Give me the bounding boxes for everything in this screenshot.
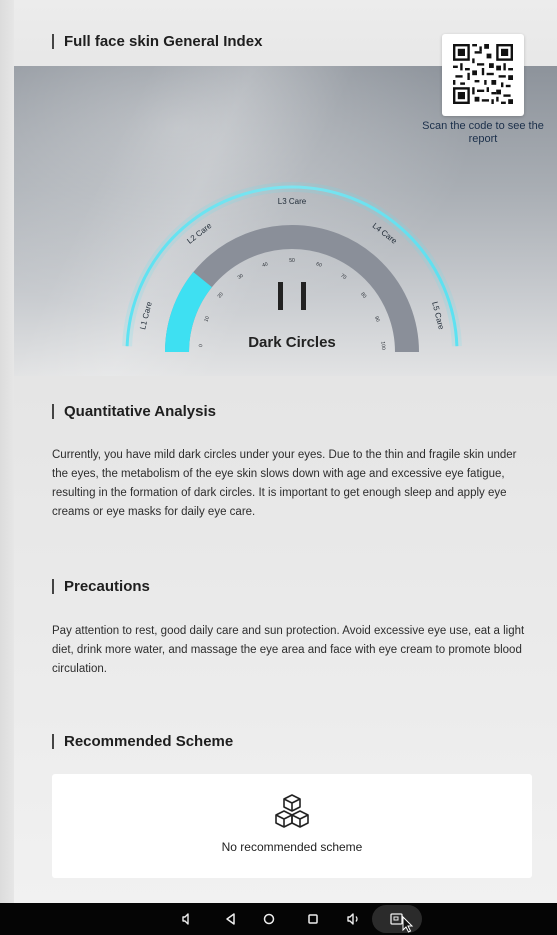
quantitative-analysis-heading: Quantitative Analysis bbox=[52, 403, 216, 420]
page-title-text: Full face skin General Index bbox=[64, 33, 263, 50]
gauge-tick-label: 80 bbox=[359, 291, 367, 299]
recommended-scheme-heading: Recommended Scheme bbox=[52, 733, 233, 750]
edge-shadow bbox=[0, 0, 14, 903]
gauge-tick-label: 50 bbox=[289, 258, 295, 264]
gauge-tick-label: 20 bbox=[217, 291, 225, 299]
gauge-tick-label: 30 bbox=[237, 273, 245, 281]
volume-down-button[interactable] bbox=[175, 903, 199, 935]
care-level-gauge: L1 CareL2 CareL3 CareL4 CareL5 Care 0102… bbox=[122, 181, 462, 353]
volume-up-button[interactable] bbox=[342, 903, 366, 935]
recommended-scheme-title: Recommended Scheme bbox=[64, 733, 234, 750]
gauge-level-label: L3 Care bbox=[278, 197, 307, 206]
quantitative-analysis-text: Currently, you have mild dark circles un… bbox=[52, 449, 517, 518]
quantitative-analysis-title: Quantitative Analysis bbox=[64, 403, 216, 420]
gauge-tick-label: 90 bbox=[373, 315, 381, 323]
gauge-tick-label: 60 bbox=[315, 261, 322, 268]
gauge-level-label: L5 Care bbox=[430, 301, 446, 331]
volume-up-icon bbox=[347, 913, 358, 925]
qr-code[interactable] bbox=[442, 34, 524, 116]
home-button[interactable] bbox=[257, 903, 281, 935]
heading-accent-bar bbox=[52, 579, 54, 594]
gauge-active-segment bbox=[164, 272, 213, 353]
cubes-icon bbox=[275, 794, 309, 828]
back-button[interactable] bbox=[219, 903, 243, 935]
gauge-tick-label: 10 bbox=[203, 315, 211, 323]
heading-accent-bar bbox=[52, 734, 54, 749]
precautions-title: Precautions bbox=[64, 578, 150, 595]
heading-accent-bar bbox=[52, 404, 54, 419]
title-accent-bar bbox=[52, 34, 54, 49]
gauge-tick-label: 70 bbox=[339, 273, 347, 281]
recents-button[interactable] bbox=[301, 903, 325, 935]
gauge-tick-label: 100 bbox=[380, 341, 387, 350]
gauge-level-label: L1 Care bbox=[138, 300, 154, 330]
precautions-heading: Precautions bbox=[52, 578, 150, 595]
grade-bar-left bbox=[278, 282, 283, 310]
precautions-text: Pay attention to rest, good daily care a… bbox=[52, 625, 525, 675]
recents-icon bbox=[308, 914, 318, 924]
mouse-cursor-icon bbox=[402, 916, 414, 933]
volume-down-icon bbox=[182, 913, 189, 925]
grade-bar-right bbox=[301, 282, 306, 310]
gauge-tick-label: 0 bbox=[198, 344, 204, 347]
page-title: Full face skin General Index bbox=[52, 33, 262, 50]
gauge-metric-label: Dark Circles bbox=[248, 334, 336, 351]
qr-code-icon bbox=[453, 44, 513, 104]
no-scheme-message: No recommended scheme bbox=[221, 840, 363, 854]
back-icon bbox=[226, 913, 235, 925]
grade-symbol bbox=[278, 282, 306, 312]
home-icon bbox=[263, 913, 275, 925]
gauge-tick-label: 40 bbox=[262, 261, 269, 268]
